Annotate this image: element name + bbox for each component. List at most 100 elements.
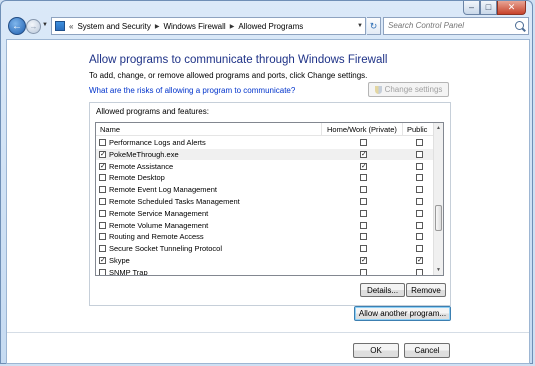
list-item[interactable]: ✓ PokeMeThrough.exe ✓ xyxy=(96,148,434,160)
list-item[interactable]: ✓ Skype ✓ ✓ xyxy=(96,255,434,266)
scroll-thumb[interactable] xyxy=(435,205,442,231)
risks-link[interactable]: What are the risks of allowing a program… xyxy=(89,86,295,95)
column-header-name[interactable]: Name xyxy=(100,125,120,134)
program-enabled-checkbox[interactable] xyxy=(99,198,106,205)
breadcrumb-allowed-programs[interactable]: Allowed Programs xyxy=(238,22,303,31)
program-enabled-checkbox[interactable] xyxy=(99,209,106,217)
allowed-programs-group: Allowed programs and features: Name Home… xyxy=(89,102,451,306)
home-work-checkbox[interactable]: ✓ xyxy=(360,257,367,264)
control-panel-window: – □ ✕ ← → ▼ « System and Security ▶ Wind… xyxy=(0,0,533,364)
scroll-up-icon[interactable]: ▲ xyxy=(434,123,443,133)
home-work-checkbox[interactable] xyxy=(360,139,367,146)
programs-list[interactable]: Name Home/Work (Private) Public Performa… xyxy=(95,122,444,276)
program-enabled-checkbox[interactable] xyxy=(99,268,106,275)
program-enabled-checkbox[interactable]: ✓ xyxy=(99,150,106,158)
program-name: Remote Assistance xyxy=(109,161,174,171)
column-divider[interactable] xyxy=(402,123,403,135)
home-work-checkbox[interactable]: ✓ xyxy=(360,162,367,170)
program-enabled-checkbox[interactable] xyxy=(99,221,106,229)
list-item[interactable]: ✓ Remote Assistance ✓ xyxy=(96,161,434,172)
cancel-button[interactable]: Cancel xyxy=(404,343,450,358)
program-enabled-checkbox[interactable] xyxy=(99,139,106,146)
home-work-checkbox[interactable] xyxy=(360,268,367,275)
list-item[interactable]: Secure Socket Tunneling Protocol xyxy=(96,243,434,254)
minimize-button[interactable]: – xyxy=(463,1,480,15)
maximize-button[interactable]: □ xyxy=(480,1,497,15)
control-panel-icon xyxy=(55,21,65,31)
program-name: Remote Volume Management xyxy=(109,220,209,230)
home-work-checkbox[interactable] xyxy=(360,233,367,241)
vertical-scrollbar[interactable]: ▲ ▼ xyxy=(433,123,443,275)
public-checkbox[interactable] xyxy=(416,268,423,275)
program-enabled-checkbox[interactable]: ✓ xyxy=(99,162,106,170)
breadcrumb-system-and-security[interactable]: System and Security xyxy=(77,22,150,31)
change-settings-button[interactable]: Change settings xyxy=(368,82,449,97)
public-checkbox[interactable] xyxy=(416,162,423,170)
program-name: Routing and Remote Access xyxy=(109,232,204,242)
home-work-checkbox[interactable] xyxy=(360,245,367,253)
public-checkbox[interactable] xyxy=(416,233,423,241)
program-enabled-checkbox[interactable] xyxy=(99,186,106,194)
address-dropdown-icon[interactable]: ▼ xyxy=(355,23,365,29)
column-header-public[interactable]: Public xyxy=(407,125,427,134)
navigation-bar: ← → ▼ « System and Security ▶ Windows Fi… xyxy=(4,14,531,38)
list-item[interactable]: SNMP Trap xyxy=(96,267,434,275)
footer-divider xyxy=(7,332,529,333)
program-enabled-checkbox[interactable] xyxy=(99,233,106,241)
close-button[interactable]: ✕ xyxy=(497,1,526,15)
scroll-down-icon[interactable]: ▼ xyxy=(434,265,443,275)
public-checkbox[interactable] xyxy=(416,186,423,194)
list-item[interactable]: Performance Logs and Alerts xyxy=(96,137,434,148)
list-header: Name Home/Work (Private) Public xyxy=(96,123,434,136)
search-box[interactable] xyxy=(383,17,529,35)
allow-another-program-button[interactable]: Allow another program... xyxy=(354,306,451,321)
breadcrumb-overflow[interactable]: « xyxy=(69,22,73,31)
public-checkbox[interactable] xyxy=(416,245,423,253)
list-item[interactable]: Remote Volume Management xyxy=(96,220,434,231)
home-work-checkbox[interactable] xyxy=(360,209,367,217)
breadcrumb-windows-firewall[interactable]: Windows Firewall xyxy=(163,22,225,31)
public-checkbox[interactable] xyxy=(416,174,423,182)
column-header-home[interactable]: Home/Work (Private) xyxy=(327,125,397,134)
home-work-checkbox[interactable] xyxy=(360,221,367,229)
list-item[interactable]: Remote Service Management xyxy=(96,208,434,219)
search-input[interactable] xyxy=(388,21,506,30)
breadcrumb-separator-icon[interactable]: ▶ xyxy=(230,23,235,30)
remove-button[interactable]: Remove xyxy=(406,283,446,297)
recent-pages-dropdown-icon[interactable]: ▼ xyxy=(42,22,48,28)
list-item[interactable]: Remote Event Log Management xyxy=(96,184,434,195)
public-checkbox[interactable] xyxy=(416,209,423,217)
ok-button[interactable]: OK xyxy=(353,343,399,358)
uac-shield-icon xyxy=(374,85,382,94)
refresh-button[interactable]: ↻ xyxy=(367,17,381,35)
breadcrumb-separator-icon[interactable]: ▶ xyxy=(155,23,160,30)
program-enabled-checkbox[interactable] xyxy=(99,245,106,253)
program-enabled-checkbox[interactable] xyxy=(99,174,106,182)
public-checkbox[interactable] xyxy=(416,221,423,229)
search-icon[interactable] xyxy=(515,21,524,30)
page-title: Allow programs to communicate through Wi… xyxy=(89,54,388,66)
program-name: Performance Logs and Alerts xyxy=(109,138,206,147)
public-checkbox[interactable] xyxy=(416,198,423,205)
instructions-text: To add, change, or remove allowed progra… xyxy=(89,71,368,80)
program-enabled-checkbox[interactable]: ✓ xyxy=(99,257,106,264)
list-item[interactable]: Remote Scheduled Tasks Management xyxy=(96,196,434,207)
back-button[interactable]: ← xyxy=(8,17,26,35)
list-item[interactable]: Routing and Remote Access xyxy=(96,231,434,242)
home-work-checkbox[interactable] xyxy=(360,186,367,194)
home-work-checkbox[interactable] xyxy=(360,198,367,205)
list-item[interactable]: Remote Desktop xyxy=(96,172,434,183)
public-checkbox[interactable]: ✓ xyxy=(416,257,423,264)
program-name: PokeMeThrough.exe xyxy=(109,149,179,159)
program-name: Remote Service Management xyxy=(109,208,209,218)
home-work-checkbox[interactable] xyxy=(360,174,367,182)
forward-button[interactable]: → xyxy=(26,19,41,34)
details-button[interactable]: Details... xyxy=(360,283,405,297)
address-bar[interactable]: « System and Security ▶ Windows Firewall… xyxy=(51,17,366,35)
change-settings-label: Change settings xyxy=(384,85,443,94)
public-checkbox[interactable] xyxy=(416,150,423,158)
program-name: Remote Scheduled Tasks Management xyxy=(109,197,240,206)
public-checkbox[interactable] xyxy=(416,139,423,146)
column-divider[interactable] xyxy=(321,123,322,135)
home-work-checkbox[interactable]: ✓ xyxy=(360,150,367,158)
